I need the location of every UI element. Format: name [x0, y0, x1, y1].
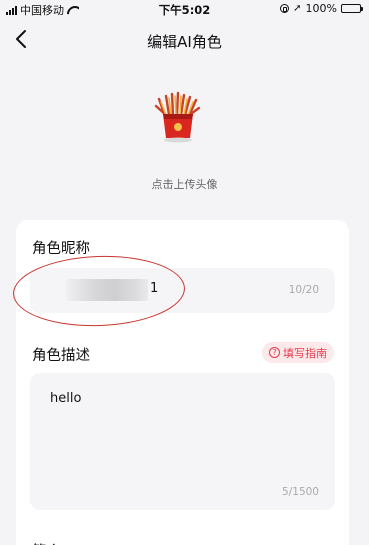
- form-card: 角色昵称 1 10/20 角色描述 ? 填写指南 hello 5/1500 简介: [16, 220, 349, 545]
- nav-bar: 编辑AI角色: [0, 22, 369, 58]
- nickname-redacted: [66, 279, 148, 301]
- avatar-hint: 点击上传头像: [151, 178, 218, 191]
- description-value: hello: [50, 391, 82, 406]
- battery-icon: [341, 4, 363, 13]
- location-icon: ➚: [293, 3, 302, 14]
- nickname-label: 角色昵称: [32, 241, 90, 257]
- guide-button[interactable]: ? 填写指南: [262, 342, 334, 363]
- nickname-counter: 10/20: [288, 284, 319, 296]
- fries-box-avatar: [154, 91, 201, 143]
- guide-label: 填写指南: [283, 346, 327, 360]
- status-bar: 中国移动 下午5:02 ➚ 100%: [0, 0, 369, 18]
- battery-percent: 100%: [305, 2, 337, 15]
- nickname-value: 1: [150, 281, 159, 296]
- question-circle-icon: ?: [269, 347, 280, 358]
- avatar-upload[interactable]: [151, 90, 205, 144]
- nickname-input[interactable]: 1 10/20: [30, 268, 335, 313]
- orientation-lock-icon: [280, 4, 290, 13]
- intro-label: 简介: [32, 540, 61, 545]
- page-title: 编辑AI角色: [147, 33, 222, 51]
- description-counter: 5/1500: [282, 486, 319, 498]
- description-label: 角色描述: [32, 348, 90, 364]
- description-textarea[interactable]: hello 5/1500: [30, 373, 335, 510]
- status-right: ➚ 100%: [280, 2, 363, 15]
